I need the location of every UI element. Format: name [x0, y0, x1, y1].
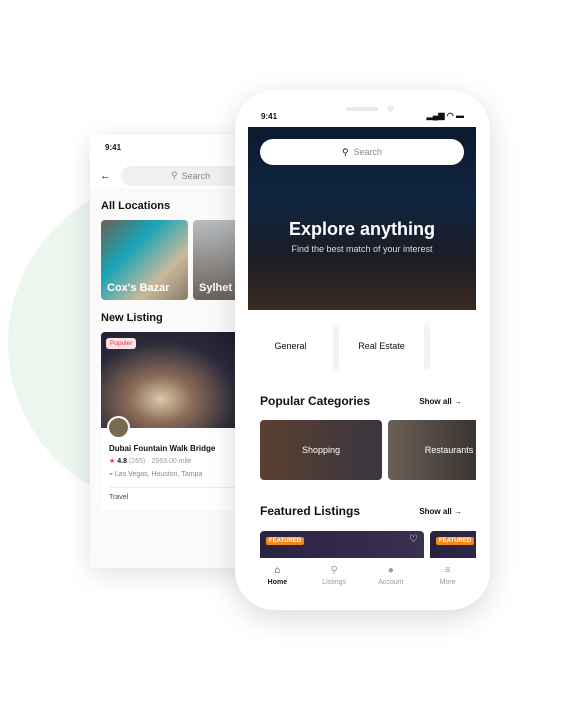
- featured-card[interactable]: FEATURED: [430, 531, 476, 558]
- location-name: Cox's Bazar: [107, 282, 170, 294]
- speaker: [346, 107, 378, 111]
- show-all-link[interactable]: Show all →: [419, 397, 462, 406]
- location-pin-icon: ⌖: [109, 471, 113, 478]
- star-icon: ★: [109, 458, 116, 465]
- front-phone-screen: 9:41 ▂▄▆ ◠ ▬ ⚲ Search Explore anything Fi…: [235, 90, 490, 610]
- status-time: 9:41: [261, 112, 278, 121]
- featured-badge: FEATURED: [436, 537, 475, 545]
- home-icon: ⌂: [274, 565, 281, 576]
- reviews: (265): [128, 458, 146, 465]
- back-arrow-icon[interactable]: ←: [100, 170, 111, 182]
- bottom-nav: ⌂ Home ⚲ Listings ● Account ≡ More: [235, 558, 490, 598]
- status-time: 9:41: [90, 135, 250, 163]
- listing-card[interactable]: Populer Dubai Fountain Walk Bridge ★ 4.8…: [101, 332, 250, 510]
- hero-subtitle: Find the best match of your interest: [291, 244, 433, 254]
- new-listing-title: New Listing: [101, 312, 163, 324]
- all-locations-title: All Locations: [101, 200, 171, 212]
- popular-categories-title: Popular Categories: [260, 394, 371, 408]
- avatar: [107, 416, 130, 439]
- search-icon: ⚲: [330, 565, 338, 576]
- location-name: Sylhet: [199, 282, 233, 294]
- popular-badge: Populer: [106, 338, 137, 349]
- show-all-link[interactable]: Show all →: [419, 507, 462, 516]
- search-placeholder: Search: [353, 147, 383, 157]
- heart-icon[interactable]: ♡: [409, 534, 418, 545]
- tab-more[interactable]: [430, 322, 476, 370]
- category-restaurants[interactable]: Restaurants: [388, 420, 476, 480]
- nav-account[interactable]: ● Account: [366, 558, 416, 598]
- nav-more[interactable]: ≡ More: [423, 558, 473, 598]
- camera: [387, 105, 394, 112]
- search-input[interactable]: ⚲ Search: [121, 165, 250, 186]
- tab-real-estate[interactable]: Real Estate: [339, 322, 424, 370]
- search-icon: ⚲: [341, 146, 349, 157]
- distance: · 2563.00 mile: [147, 458, 192, 465]
- search-placeholder: Search: [181, 170, 211, 181]
- user-icon: ●: [387, 565, 394, 576]
- tab-general[interactable]: General: [248, 322, 333, 370]
- signal-wifi-battery-icon: ▂▄▆ ◠ ▬: [426, 111, 464, 120]
- location-card[interactable]: Cox's Bazar: [101, 220, 188, 300]
- featured-card[interactable]: FEATURED ♡: [260, 531, 424, 558]
- search-input[interactable]: ⚲ Search: [260, 139, 464, 165]
- nav-home[interactable]: ⌂ Home: [252, 558, 302, 598]
- menu-icon: ≡: [444, 565, 451, 576]
- back-phone-screen: 9:41 ← ⚲ Search All Locations Cox's Bazar…: [90, 135, 250, 568]
- featured-listings-title: Featured Listings: [260, 504, 361, 518]
- search-icon: ⚲: [171, 170, 178, 180]
- nav-listings[interactable]: ⚲ Listings: [309, 558, 359, 598]
- hero-title: Explore anything: [288, 219, 436, 239]
- featured-badge: FEATURED: [266, 537, 305, 545]
- listing-location: Las Vegas, Houston, Tampa: [114, 471, 203, 478]
- listing-category: Travel: [109, 487, 243, 501]
- listing-title: Dubai Fountain Walk Bridge: [109, 444, 216, 453]
- category-shopping[interactable]: Shopping: [260, 420, 382, 480]
- hero-banner: ⚲ Search Explore anything Find the best m…: [248, 127, 476, 310]
- rating: 4.8: [117, 458, 127, 465]
